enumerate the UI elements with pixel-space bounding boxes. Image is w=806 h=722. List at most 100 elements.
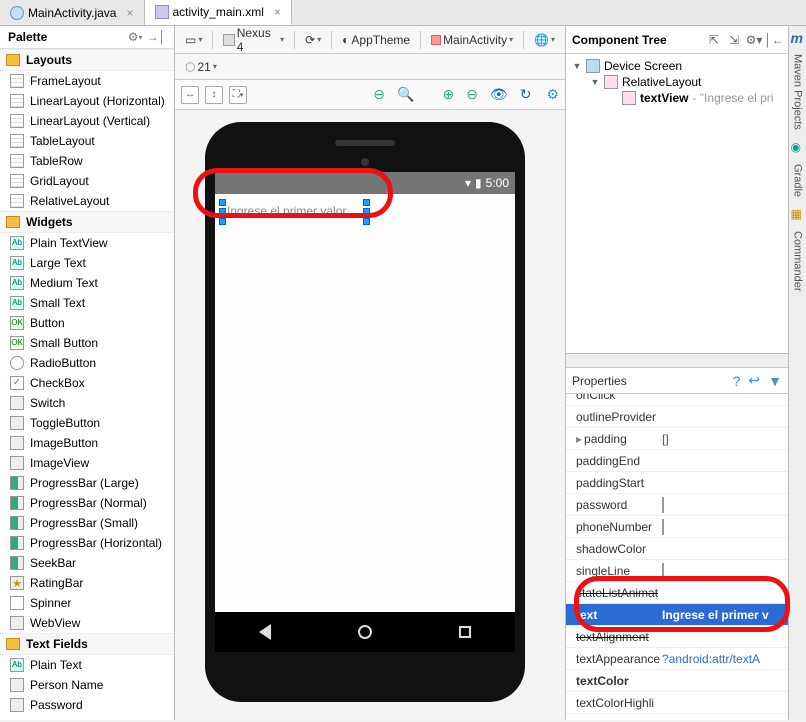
scrollbar[interactable] xyxy=(566,354,788,368)
sidebar-tab-commander[interactable]: Commander xyxy=(791,225,805,298)
tree-node[interactable]: ▼RelativeLayout xyxy=(568,74,786,90)
palette-item[interactable]: ProgressBar (Normal) xyxy=(0,493,174,513)
palette-item[interactable]: ✓CheckBox xyxy=(0,373,174,393)
palette-item[interactable]: AbPlain TextView xyxy=(0,233,174,253)
property-row[interactable]: paddingStart xyxy=(566,472,788,494)
property-row[interactable]: textAlignment xyxy=(566,626,788,648)
theme-selector[interactable]: ◐AppTheme xyxy=(338,31,414,49)
component-tree[interactable]: ▼Device Screen▼RelativeLayouttextView - … xyxy=(566,54,788,354)
property-row[interactable]: singleLine xyxy=(566,560,788,582)
align-btn[interactable]: ↕ xyxy=(205,86,223,104)
palette-item[interactable]: ProgressBar (Small) xyxy=(0,513,174,533)
zoom-in-icon[interactable]: ⊕ xyxy=(442,86,454,103)
sidebar-tab-maven[interactable]: Maven Projects xyxy=(791,48,805,136)
zoom-out-icon[interactable]: ⊖ xyxy=(373,86,385,103)
palette-item[interactable]: ★RatingBar xyxy=(0,573,174,593)
checkbox[interactable] xyxy=(662,497,664,513)
checkbox[interactable] xyxy=(662,519,664,535)
expand-icon[interactable]: ⇱ xyxy=(706,32,722,48)
palette-group[interactable]: Text Fields xyxy=(0,633,174,655)
properties-table[interactable]: onClickoutlineProvider▸padding[]paddingE… xyxy=(566,394,788,720)
commander-icon[interactable]: ▦ xyxy=(791,207,805,221)
property-row[interactable]: password xyxy=(566,494,788,516)
home-icon[interactable] xyxy=(358,625,372,639)
textview-selected[interactable]: Ingrese el primer valor xyxy=(223,202,350,220)
property-row[interactable]: textIngrese el primer v xyxy=(566,604,788,626)
gear-icon[interactable]: ⚙ xyxy=(546,86,559,103)
collapse-icon[interactable]: ⇲ xyxy=(726,32,742,48)
palette-item[interactable]: LinearLayout (Vertical) xyxy=(0,111,174,131)
palette-item[interactable]: ProgressBar (Horizontal) xyxy=(0,533,174,553)
property-row[interactable]: textColorHighli xyxy=(566,692,788,714)
zoom-fit-icon[interactable]: 🔍 xyxy=(397,86,414,103)
palette-item[interactable]: GridLayout xyxy=(0,171,174,191)
recent-icon[interactable] xyxy=(459,626,471,638)
palette-item[interactable]: RelativeLayout xyxy=(0,191,174,211)
property-row[interactable]: textAppearance?android:attr/textA xyxy=(566,648,788,670)
property-row[interactable]: phoneNumber xyxy=(566,516,788,538)
palette-item[interactable]: OKButton xyxy=(0,313,174,333)
property-row[interactable]: ▸padding[] xyxy=(566,428,788,450)
back-icon[interactable] xyxy=(259,624,271,640)
rotate-icon[interactable]: ⟳▾ xyxy=(301,31,325,49)
undo-icon[interactable]: ↩ xyxy=(748,372,760,389)
property-row[interactable]: shadowColor xyxy=(566,538,788,560)
close-icon[interactable]: × xyxy=(274,5,281,19)
palette-item[interactable]: RadioButton xyxy=(0,353,174,373)
palette-item[interactable]: AbMedium Text xyxy=(0,273,174,293)
refresh-icon[interactable]: ↻ xyxy=(520,86,532,103)
api-level-selector[interactable]: ⬡21▾ xyxy=(181,58,221,76)
widget-icon: Ab xyxy=(10,236,24,250)
close-icon[interactable]: × xyxy=(126,6,133,20)
property-row[interactable]: onClick xyxy=(566,394,788,406)
palette-item[interactable]: ImageButton xyxy=(0,433,174,453)
palette-item[interactable]: ToggleButton xyxy=(0,413,174,433)
palette-item[interactable]: TableRow xyxy=(0,151,174,171)
palette-item[interactable]: WebView xyxy=(0,613,174,633)
property-row[interactable]: stateListAnimat xyxy=(566,582,788,604)
zoom-actual-icon[interactable]: ⊖ xyxy=(466,86,478,103)
palette-item[interactable]: ProgressBar (Large) xyxy=(0,473,174,493)
filter-icon[interactable]: ▼ xyxy=(768,373,782,389)
palette-item[interactable]: Switch xyxy=(0,393,174,413)
palette-group[interactable]: Widgets xyxy=(0,211,174,233)
property-row[interactable]: textColor xyxy=(566,670,788,692)
palette-item[interactable]: Spinner xyxy=(0,593,174,613)
tab-mainactivity[interactable]: MainActivity.java × xyxy=(0,0,145,25)
maven-icon[interactable]: m xyxy=(791,30,805,44)
checkbox[interactable] xyxy=(662,563,664,579)
tree-node[interactable]: textView - "Ingrese el pri xyxy=(568,90,786,106)
globe-icon[interactable]: 🌐▾ xyxy=(530,31,559,49)
gradle-icon[interactable]: ◉ xyxy=(791,140,805,154)
hide-icon[interactable]: │← xyxy=(766,32,782,48)
property-row[interactable]: outlineProvider xyxy=(566,406,788,428)
tree-node[interactable]: ▼Device Screen xyxy=(568,58,786,74)
gear-icon[interactable]: ⚙ xyxy=(128,30,139,44)
tab-activity-main[interactable]: activity_main.xml × xyxy=(145,0,292,25)
palette-item[interactable]: FrameLayout xyxy=(0,71,174,91)
collapse-icon[interactable]: →│ xyxy=(147,30,167,44)
phone-orient-icon[interactable]: ▭▾ xyxy=(181,31,206,49)
palette-item[interactable]: OKSmall Button xyxy=(0,333,174,353)
device-screen[interactable]: ▾ ▮ 5:00 Ingrese el primer valor xyxy=(215,172,515,652)
gear-icon[interactable]: ⚙▾ xyxy=(746,32,762,48)
palette-item[interactable]: AbSmall Text xyxy=(0,293,174,313)
palette-item[interactable]: Person Name xyxy=(0,675,174,695)
palette-item[interactable]: Password xyxy=(0,695,174,714)
align-btn[interactable]: ↔ xyxy=(181,86,199,104)
palette-item[interactable]: LinearLayout (Horizontal) xyxy=(0,91,174,111)
palette-item[interactable]: AbPlain Text xyxy=(0,655,174,675)
palette-item[interactable]: TableLayout xyxy=(0,131,174,151)
palette-item[interactable]: ImageView xyxy=(0,453,174,473)
help-icon[interactable]: ? xyxy=(733,373,741,389)
activity-selector[interactable]: MainActivity▾ xyxy=(427,31,517,49)
sidebar-tab-gradle[interactable]: Gradle xyxy=(791,158,805,203)
property-row[interactable]: paddingEnd xyxy=(566,450,788,472)
palette-group[interactable]: Layouts xyxy=(0,49,174,71)
marquee-btn[interactable]: ⛶▾ xyxy=(229,86,247,104)
eye-icon[interactable]: 👁 xyxy=(490,86,508,103)
palette-item[interactable]: SeekBar xyxy=(0,553,174,573)
folder-icon xyxy=(6,54,20,66)
palette-item[interactable]: AbLarge Text xyxy=(0,253,174,273)
device-selector[interactable]: Nexus 4▾ xyxy=(219,24,288,56)
